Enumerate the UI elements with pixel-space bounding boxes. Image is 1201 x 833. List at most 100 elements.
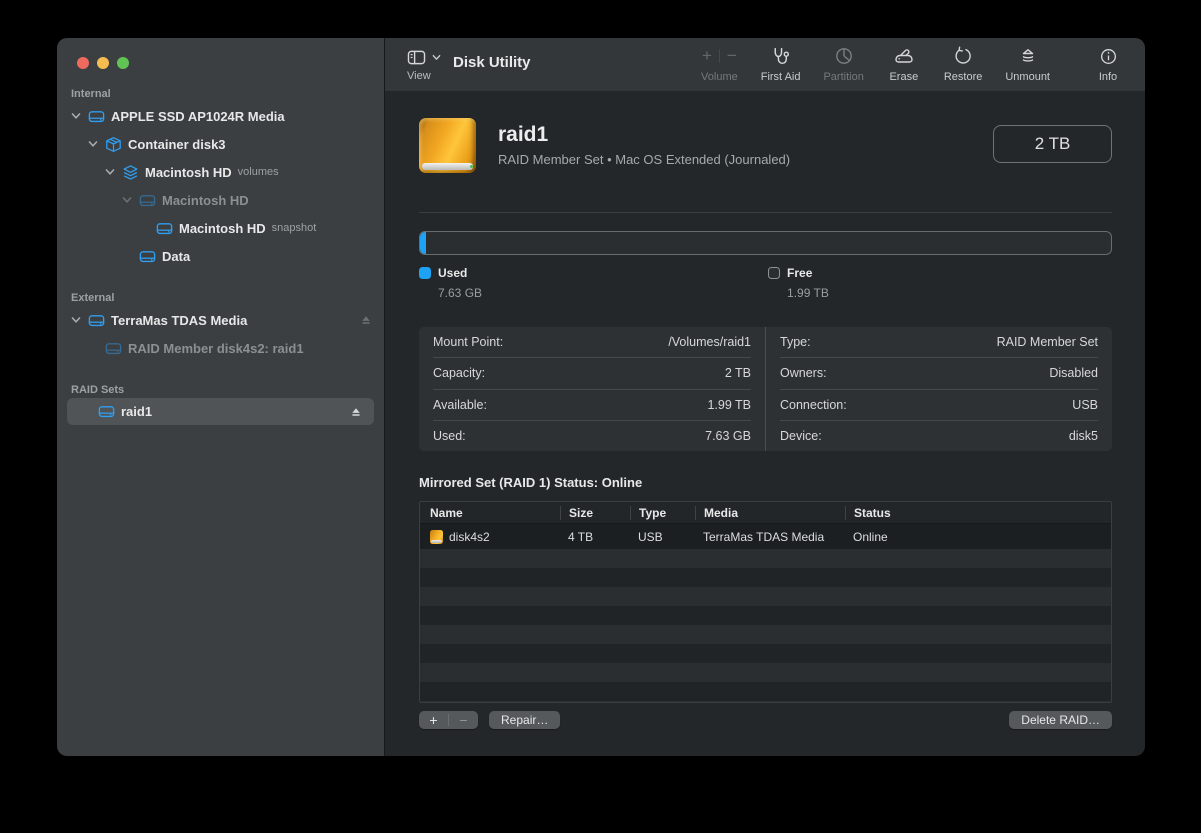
chevron-spacer xyxy=(86,341,100,355)
repair-button[interactable]: Repair… xyxy=(489,711,560,729)
sidebar-item-raid1[interactable]: raid1 xyxy=(67,398,374,425)
table-row-disk4s2[interactable]: disk4s2 4 TB USB TerraMas TDAS Media Onl… xyxy=(420,524,1111,549)
sidebar-item-container-disk3[interactable]: Container disk3 xyxy=(57,130,384,158)
sidebar-item-label: Macintosh HD xyxy=(145,165,232,180)
info-row-capacity: Capacity:2 TB xyxy=(433,358,751,389)
toolbar: View Disk Utility +− Volume xyxy=(385,38,1145,92)
chevron-down-icon xyxy=(432,53,441,62)
chevron-spacer xyxy=(137,221,151,235)
sidebar-toggle-icon xyxy=(407,49,426,66)
sidebar-item-label: Macintosh HD xyxy=(179,221,266,236)
sidebar-item-label: Macintosh HD xyxy=(162,193,249,208)
legend-free: Free 1.99 TB xyxy=(768,266,829,300)
chevron-spacer xyxy=(79,405,93,419)
chevron-down-icon[interactable] xyxy=(69,313,83,327)
disk-utility-window: Internal APPLE SSD AP1024R Media Contain… xyxy=(57,38,1145,756)
volume-header: raid1 RAID Member Set • Mac OS Extended … xyxy=(419,116,1112,174)
unmount-eject-icon xyxy=(1018,43,1038,69)
table-row xyxy=(420,625,1111,644)
chevron-down-icon[interactable] xyxy=(120,193,134,207)
delete-raid-button[interactable]: Delete RAID… xyxy=(1009,711,1112,729)
toolbar-info-button[interactable]: Info xyxy=(1091,43,1125,83)
toolbar-first-aid-button[interactable]: First Aid xyxy=(761,43,801,83)
sidebar-item-label: TerraMas TDAS Media xyxy=(111,313,247,328)
table-row xyxy=(420,568,1111,587)
info-row-mount-point: Mount Point:/Volumes/raid1 xyxy=(433,327,751,358)
chevron-spacer xyxy=(120,249,134,263)
toolbar-unmount-button[interactable]: Unmount xyxy=(1005,43,1050,83)
column-header-status[interactable]: Status xyxy=(845,506,1111,520)
external-drive-icon xyxy=(86,107,106,125)
sidebar-item-raid-member-disk4s2[interactable]: RAID Member disk4s2: raid1 xyxy=(57,334,384,362)
toolbar-partition-button[interactable]: Partition xyxy=(823,43,863,83)
view-button[interactable]: View xyxy=(407,45,441,82)
sidebar-item-label: Container disk3 xyxy=(128,137,226,152)
info-row-used: Used:7.63 GB xyxy=(433,421,751,451)
column-header-name[interactable]: Name xyxy=(420,506,560,520)
chevron-down-icon[interactable] xyxy=(69,109,83,123)
content-area: raid1 RAID Member Set • Mac OS Extended … xyxy=(385,92,1145,756)
pie-chart-icon xyxy=(834,43,854,69)
minimize-button[interactable] xyxy=(97,57,109,69)
info-row-connection: Connection:USB xyxy=(780,390,1098,421)
table-row xyxy=(420,587,1111,606)
main-pane: View Disk Utility +− Volume xyxy=(385,38,1145,756)
external-drive-icon xyxy=(86,311,106,329)
eject-icon[interactable] xyxy=(360,314,372,326)
sidebar-item-data[interactable]: Data xyxy=(57,242,384,270)
legend-used: Used 7.63 GB xyxy=(419,266,482,300)
window-controls xyxy=(77,57,129,69)
remove-member-button[interactable]: − xyxy=(449,711,478,729)
table-row xyxy=(420,663,1111,682)
desktop: Internal APPLE SSD AP1024R Media Contain… xyxy=(0,0,1201,833)
sidebar-item-label: Data xyxy=(162,249,190,264)
info-row-device: Device:disk5 xyxy=(780,421,1098,451)
chevron-down-icon[interactable] xyxy=(86,137,100,151)
raid-actions: + − Repair… Delete RAID… xyxy=(419,711,1112,729)
orange-drive-icon xyxy=(430,530,443,544)
table-header: Name Size Type Media Status xyxy=(420,502,1111,524)
usage-bar-used-fill xyxy=(420,232,426,254)
table-row xyxy=(420,644,1111,663)
table-row xyxy=(420,682,1111,701)
erase-drive-icon xyxy=(893,43,915,69)
column-header-size[interactable]: Size xyxy=(560,506,630,520)
sidebar-item-terramas[interactable]: TerraMas TDAS Media xyxy=(57,306,384,334)
column-header-type[interactable]: Type xyxy=(630,506,695,520)
raid-status-heading: Mirrored Set (RAID 1) Status: Online xyxy=(419,475,1112,490)
eject-icon[interactable] xyxy=(350,406,362,418)
sidebar: Internal APPLE SSD AP1024R Media Contain… xyxy=(57,38,385,756)
table-row xyxy=(420,549,1111,568)
sidebar-item-macintosh-hd-snapshot[interactable]: Macintosh HD snapshot xyxy=(57,214,384,242)
external-drive-icon xyxy=(137,191,157,209)
info-row-type: Type:RAID Member Set xyxy=(780,327,1098,358)
sidebar-item-macintosh-hd-volume[interactable]: Macintosh HD volumes xyxy=(57,158,384,186)
sidebar-item-label: raid1 xyxy=(121,404,152,419)
info-row-available: Available:1.99 TB xyxy=(433,390,751,421)
stethoscope-icon xyxy=(770,43,791,69)
sidebar-section-raid-sets: RAID Sets xyxy=(57,382,384,398)
external-drive-icon xyxy=(103,339,123,357)
chevron-down-icon[interactable] xyxy=(103,165,117,179)
sidebar-item-macintosh-hd-group[interactable]: Macintosh HD xyxy=(57,186,384,214)
restore-arrow-icon xyxy=(953,43,973,69)
free-value: 1.99 TB xyxy=(768,286,829,300)
sidebar-section-internal: Internal xyxy=(57,86,384,102)
used-swatch xyxy=(419,267,431,279)
toolbar-volume-button[interactable]: +− Volume xyxy=(701,43,738,83)
column-header-media[interactable]: Media xyxy=(695,506,845,520)
add-remove-segmented-button: + − xyxy=(419,711,478,729)
sidebar-item-apple-ssd[interactable]: APPLE SSD AP1024R Media xyxy=(57,102,384,130)
container-box-icon xyxy=(103,135,123,153)
usage-bar xyxy=(419,231,1112,255)
volume-title: raid1 xyxy=(498,123,790,147)
toolbar-restore-button[interactable]: Restore xyxy=(944,43,983,83)
zoom-button[interactable] xyxy=(117,57,129,69)
toolbar-erase-button[interactable]: Erase xyxy=(887,43,921,83)
add-member-button[interactable]: + xyxy=(419,711,448,729)
external-drive-icon xyxy=(154,219,174,237)
table-row xyxy=(420,701,1111,703)
close-button[interactable] xyxy=(77,57,89,69)
table-row xyxy=(420,606,1111,625)
divider xyxy=(419,212,1112,213)
